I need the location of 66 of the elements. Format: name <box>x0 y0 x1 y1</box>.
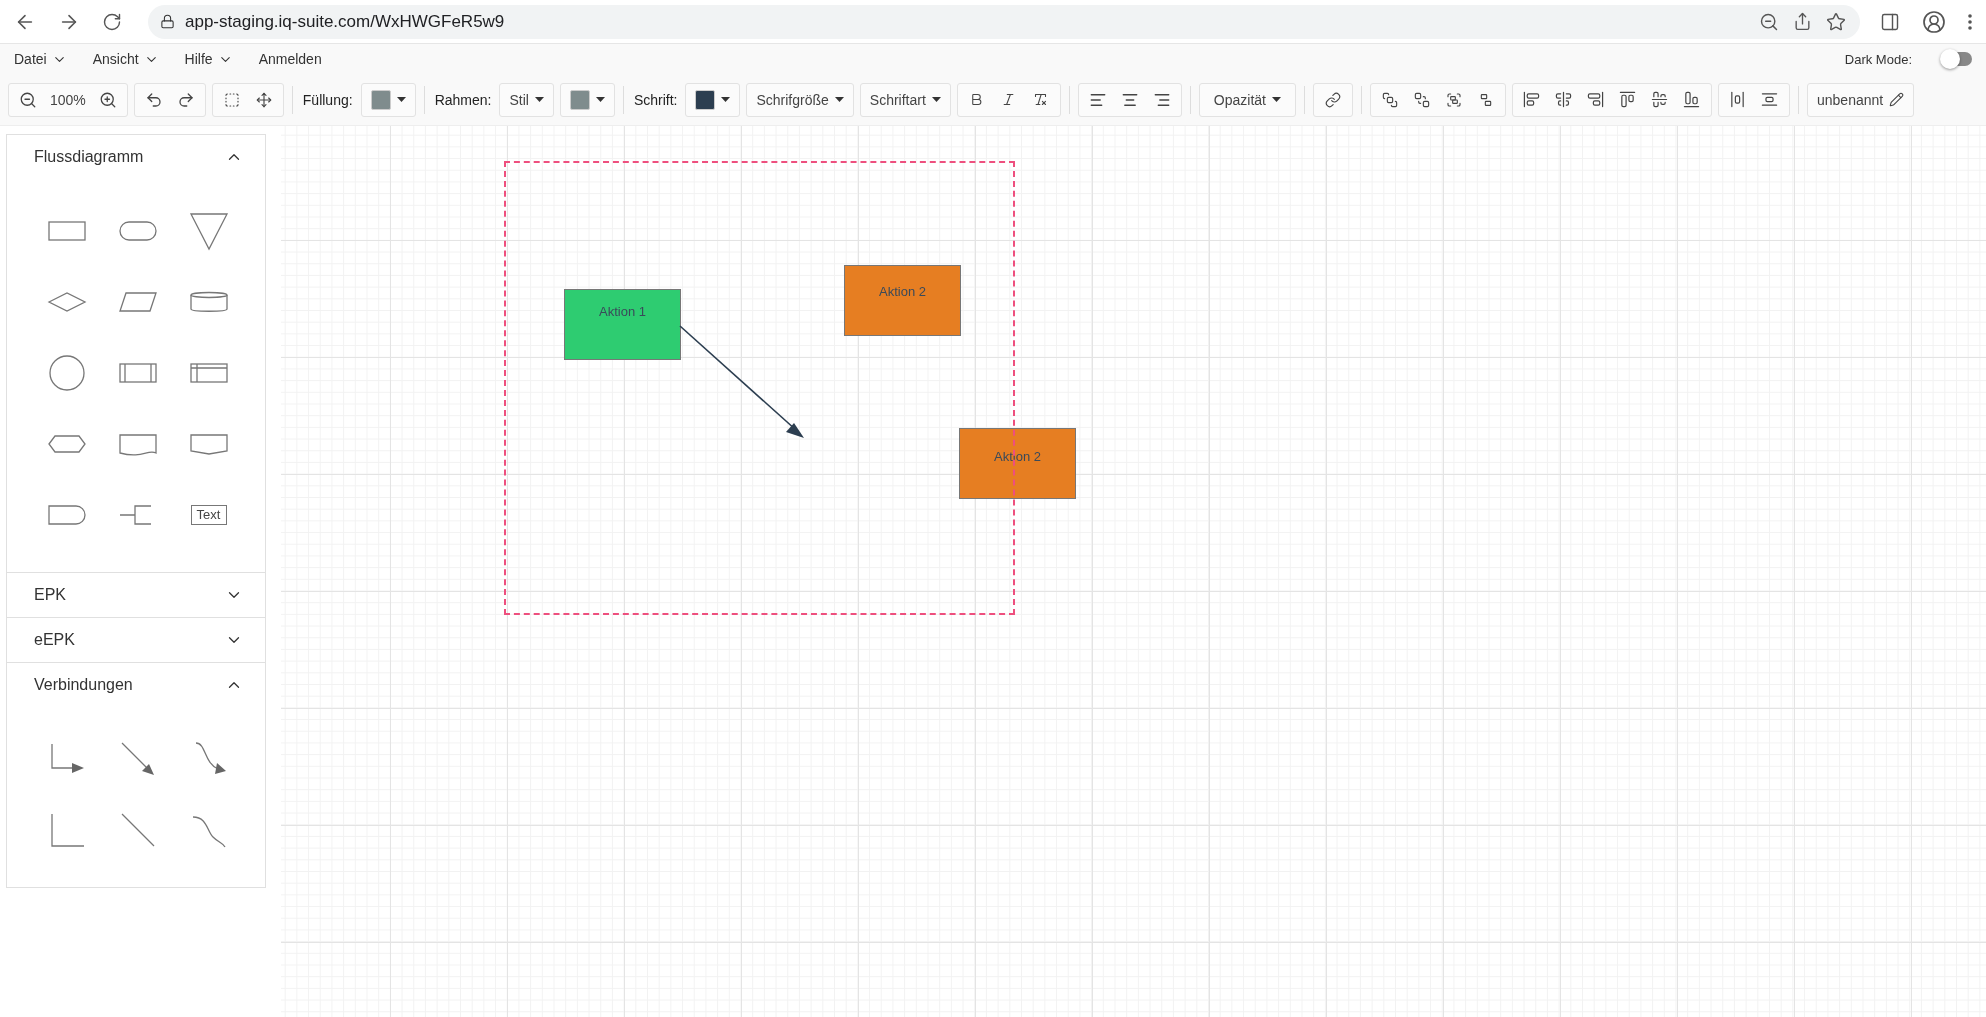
caret-icon <box>834 97 844 102</box>
zoom-level[interactable]: 100% <box>45 84 91 115</box>
process-node[interactable]: Aktion 1 <box>564 289 681 360</box>
fill-label: Füllung: <box>302 91 353 108</box>
distribute-horizontal-icon <box>1729 91 1747 108</box>
font-family-dropdown[interactable]: Schriftart <box>864 84 946 115</box>
selection-icon <box>223 91 240 108</box>
menu-link[interactable]: Anmelden <box>258 51 322 67</box>
caret-icon <box>396 97 406 102</box>
menu-item[interactable]: Hilfe <box>184 51 233 67</box>
italic-icon <box>1001 92 1017 107</box>
url-text: app-staging.iq-suite.com/WxHWGFeR5w9 <box>185 11 506 32</box>
align-top-icon <box>1619 91 1637 108</box>
browser-menu-button[interactable] <box>1966 11 1974 32</box>
zoom-out-icon <box>1759 11 1779 32</box>
menu-item[interactable]: Datei <box>14 51 67 67</box>
distribute-vertical-icon <box>1761 91 1779 108</box>
align-vertical-center-icon <box>1651 91 1669 108</box>
text-shape[interactable]: Text <box>190 504 227 525</box>
font-size-dropdown[interactable]: Schrifgröße <box>751 84 849 115</box>
menu-item[interactable]: Ansicht <box>92 51 159 67</box>
move-icon <box>255 91 272 108</box>
clear-format-icon <box>1033 92 1049 107</box>
border-style-dropdown[interactable]: Stil <box>504 84 549 115</box>
connector-arrow[interactable] <box>679 325 804 438</box>
zoom-out-icon <box>19 90 37 109</box>
align-right-edges-icon <box>1587 91 1605 108</box>
caret-icon <box>721 97 731 102</box>
caret-icon <box>1272 97 1281 102</box>
caret-icon <box>534 97 544 102</box>
section-header[interactable]: EPK <box>7 573 265 617</box>
star-icon <box>1826 11 1846 32</box>
group-icon <box>1446 91 1462 108</box>
opacity-dropdown[interactable]: Opazität <box>1203 84 1291 115</box>
address-bar[interactable]: app-staging.iq-suite.com/WxHWGFeR5w9 <box>148 4 1860 39</box>
section-header[interactable]: Flussdiagramm <box>7 135 265 179</box>
side-panel-icon <box>1880 11 1900 32</box>
dark-mode-label: Dark Mode: <box>1844 51 1912 67</box>
caret-icon <box>595 97 605 102</box>
node-label: Aktion 1 <box>599 304 646 320</box>
zoom-in-icon <box>98 90 117 109</box>
caret-icon <box>931 97 941 102</box>
undo-icon <box>144 90 163 109</box>
send-to-back-icon <box>1414 91 1430 108</box>
node-label: Aktion 2 <box>994 449 1041 465</box>
bring-to-front-icon <box>1382 91 1398 108</box>
section-header[interactable]: eEPK <box>7 618 265 662</box>
diagram-canvas[interactable]: Aktion 1 Aktion 2 Aktion 2 <box>281 126 1986 1017</box>
document-name-button[interactable]: unbenannt <box>1812 84 1910 115</box>
pencil-icon <box>1889 92 1905 107</box>
avatar-icon <box>1922 9 1946 34</box>
align-middle-icon <box>1555 91 1573 108</box>
font-label: Schrift: <box>633 91 678 108</box>
link-icon <box>1325 91 1341 108</box>
align-left-edges-icon <box>1523 91 1541 108</box>
node-label: Aktion 2 <box>879 284 926 300</box>
dark-mode-toggle[interactable] <box>1942 52 1972 66</box>
more-icon <box>1968 13 1972 30</box>
ungroup-icon <box>1478 91 1494 108</box>
lock-icon <box>160 14 175 29</box>
share-icon <box>1793 12 1812 31</box>
align-bottom-icon <box>1683 91 1701 108</box>
reload-icon <box>102 11 122 32</box>
section-header[interactable]: Verbindungen <box>7 663 265 707</box>
border-label: Rahmen: <box>434 91 492 108</box>
redo-icon <box>176 90 195 109</box>
